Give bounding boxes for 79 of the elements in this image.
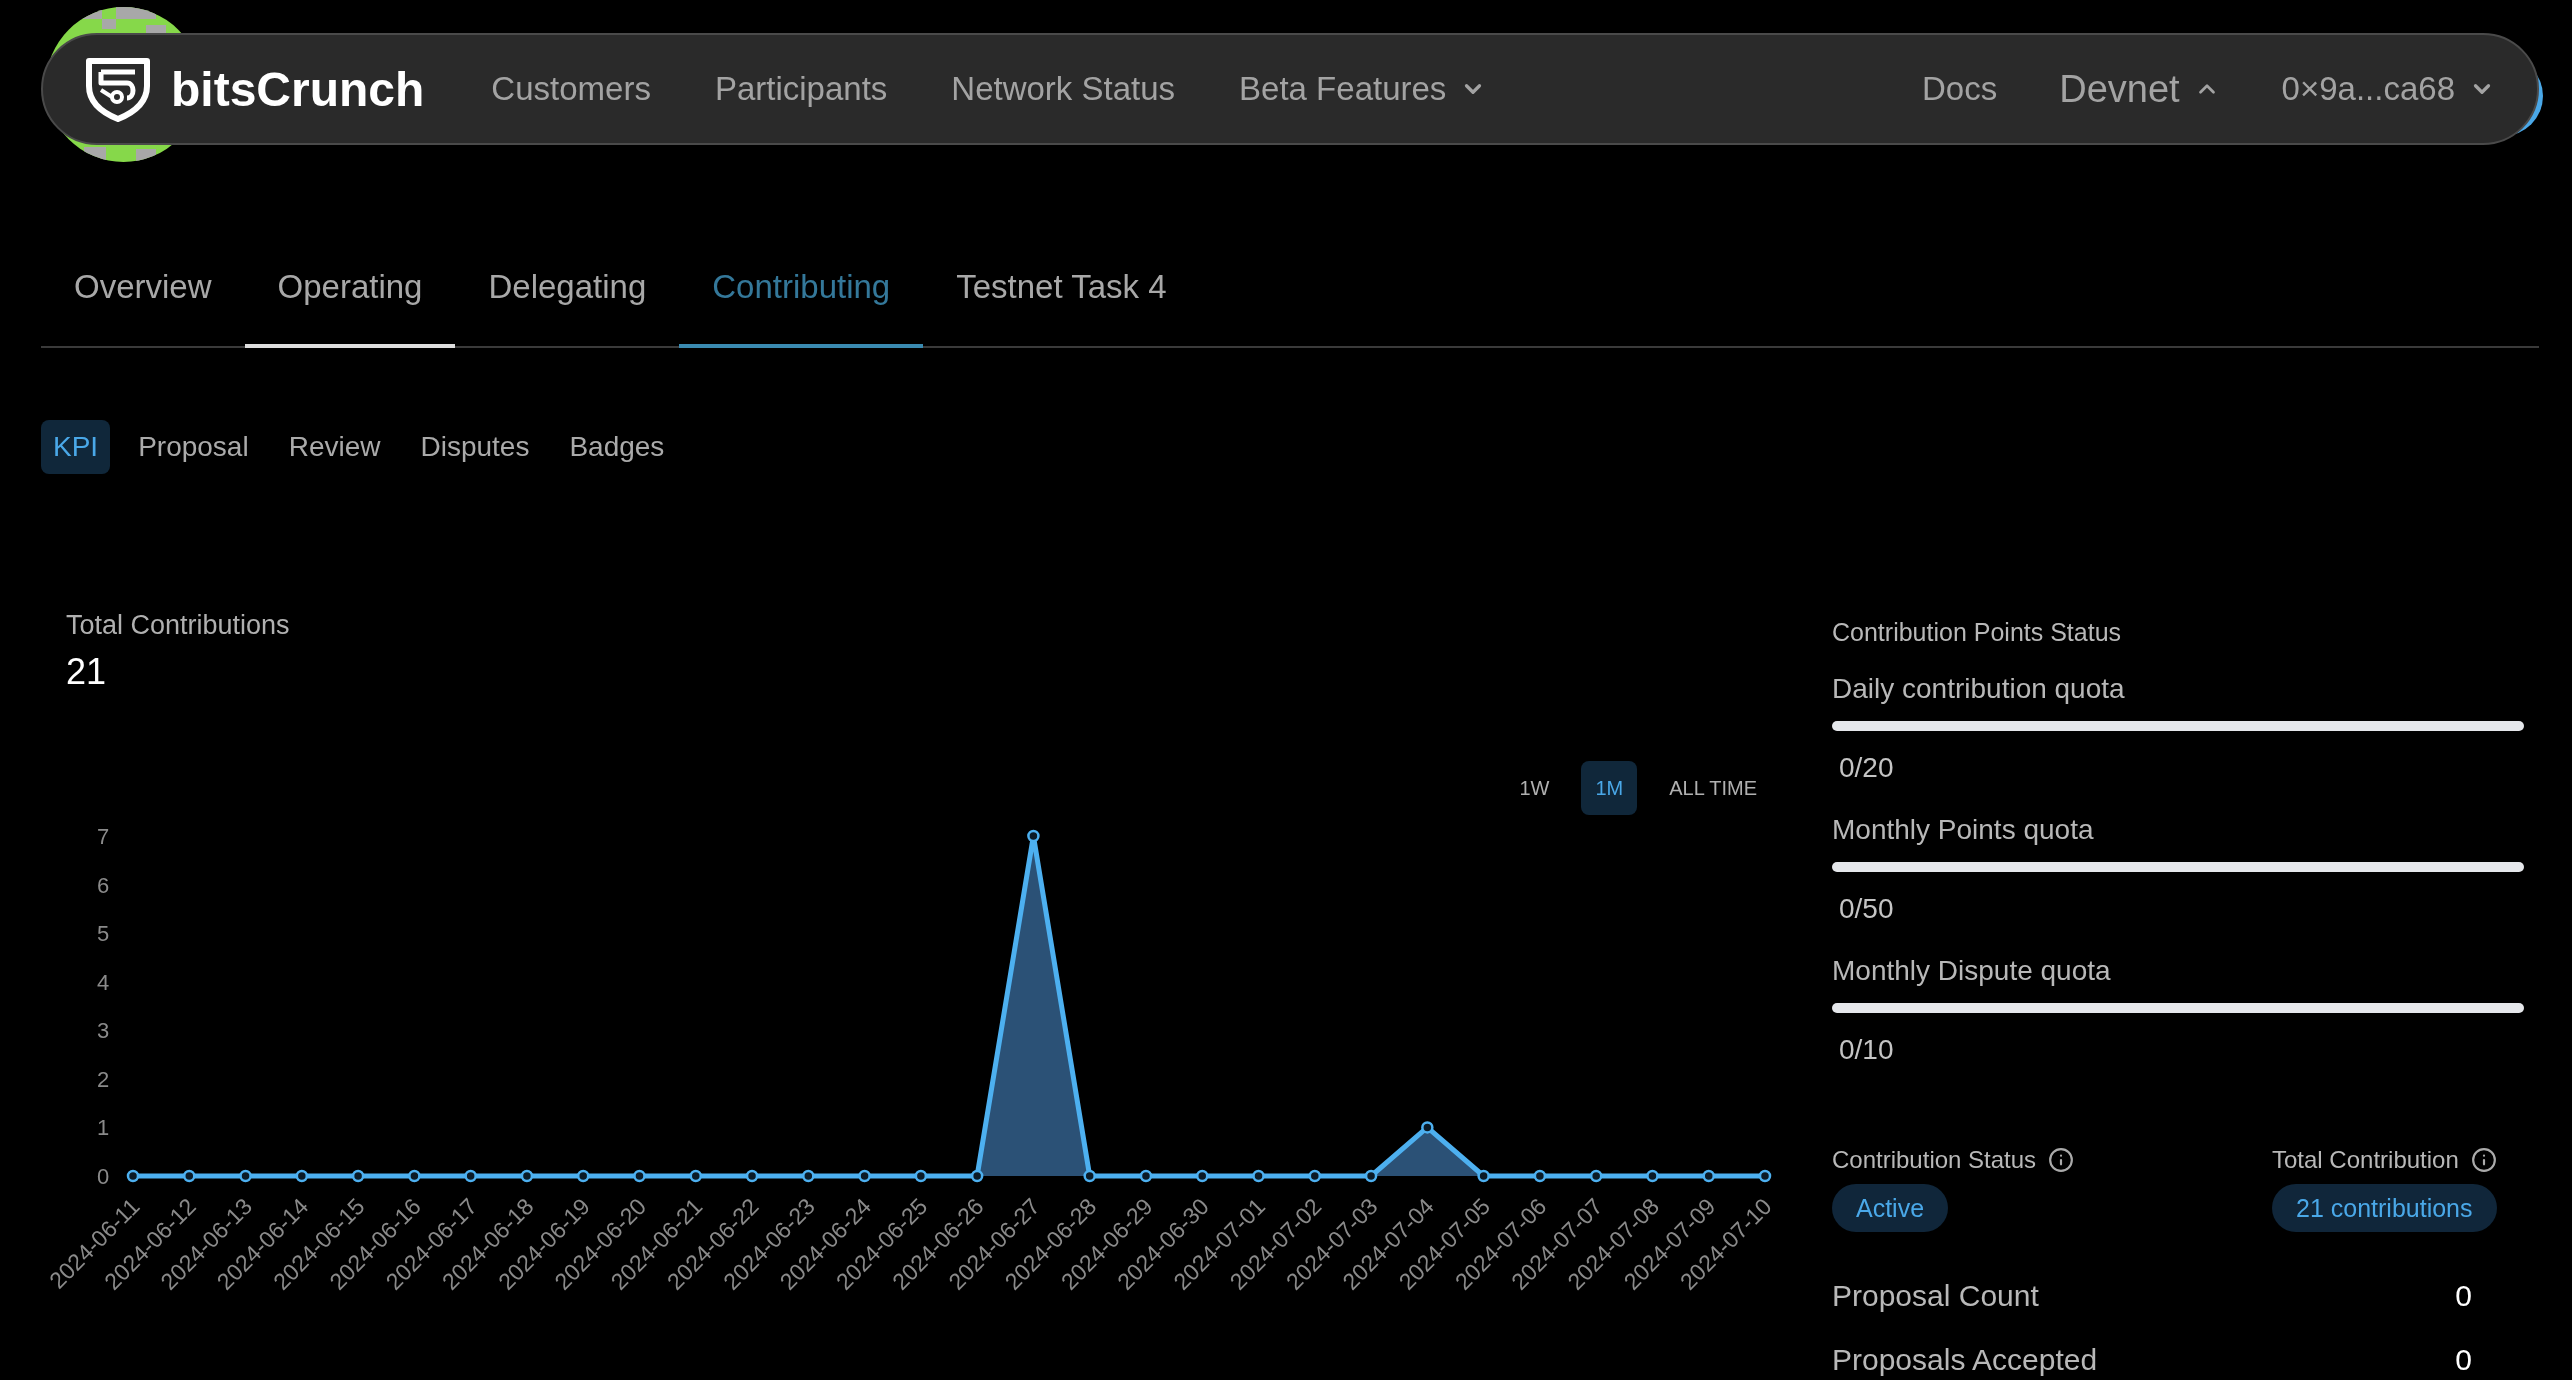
nav-link[interactable]: Participants bbox=[714, 70, 888, 108]
sub-tab[interactable]: KPI bbox=[41, 420, 111, 474]
data-point bbox=[1702, 1169, 1715, 1183]
quota-reading: 0/20 bbox=[1838, 751, 1894, 785]
y-axis-label: 6 bbox=[96, 872, 110, 898]
y-axis-label: 7 bbox=[96, 824, 110, 849]
data-point bbox=[802, 1169, 815, 1183]
stat-label: Proposals Accepted bbox=[1832, 1342, 2098, 1378]
quota-reading: 0/50 bbox=[1838, 892, 1894, 926]
quota-reading: 0/10 bbox=[1838, 1033, 1894, 1067]
y-axis-label: 0 bbox=[96, 1164, 110, 1189]
y-axis-label: 3 bbox=[96, 1018, 110, 1044]
tab[interactable]: Contributing bbox=[679, 230, 924, 348]
range-button[interactable]: 1M bbox=[1581, 761, 1638, 815]
data-point bbox=[1027, 829, 1040, 843]
data-point bbox=[126, 1169, 140, 1183]
sub-tab[interactable]: Proposal bbox=[126, 420, 261, 474]
total-contributions-label: Total Contributions bbox=[65, 609, 290, 642]
data-point bbox=[1421, 1121, 1434, 1134]
stat-label: Proposal Count bbox=[1832, 1278, 2039, 1314]
tab[interactable]: Testnet Task 4 bbox=[923, 230, 1200, 348]
quota-label: Monthly Points quota bbox=[1832, 813, 2094, 847]
data-point bbox=[408, 1169, 421, 1183]
data-point bbox=[745, 1169, 759, 1183]
panel-title: Contribution Points Status bbox=[1832, 617, 2122, 647]
data-point bbox=[1139, 1169, 1153, 1183]
data-point bbox=[1083, 1169, 1096, 1183]
shield-logo-icon bbox=[83, 56, 153, 122]
range-button[interactable]: 1W bbox=[1505, 761, 1564, 815]
data-point bbox=[1589, 1169, 1603, 1183]
brand-name: bitsCrunch bbox=[171, 61, 425, 117]
data-point bbox=[464, 1169, 477, 1183]
data-point bbox=[858, 1169, 871, 1183]
y-axis-label: 1 bbox=[96, 1115, 110, 1141]
y-axis-label: 4 bbox=[96, 969, 110, 995]
data-point bbox=[183, 1169, 196, 1183]
stat-value: 0 bbox=[2455, 1342, 2472, 1378]
tab[interactable]: Overview bbox=[41, 230, 245, 348]
info-icon[interactable] bbox=[2048, 1147, 2075, 1173]
data-point bbox=[1477, 1169, 1490, 1183]
quota-label: Daily contribution quota bbox=[1832, 672, 2125, 706]
data-point bbox=[1364, 1169, 1378, 1183]
nav-dropdown[interactable]: Beta Features bbox=[1239, 70, 1487, 108]
sub-tab[interactable]: Review bbox=[276, 420, 393, 474]
stat-value: 0 bbox=[2455, 1278, 2472, 1314]
status-badge: 21 contributions bbox=[2272, 1184, 2497, 1232]
tab[interactable]: Delegating bbox=[455, 230, 680, 348]
data-point bbox=[576, 1169, 590, 1183]
data-point bbox=[1308, 1169, 1322, 1183]
sub-tab[interactable]: Badges bbox=[557, 420, 677, 474]
nav-link[interactable]: Customers bbox=[491, 70, 651, 108]
status-label: Contribution Status bbox=[1832, 1145, 2037, 1175]
data-point bbox=[1196, 1169, 1209, 1183]
data-point bbox=[970, 1169, 984, 1183]
data-point bbox=[1758, 1169, 1772, 1183]
nav-dropdown[interactable]: 0×9a...ca68 bbox=[2281, 70, 2495, 108]
data-point bbox=[351, 1169, 365, 1183]
total-contributions-value: 21 bbox=[65, 650, 107, 694]
status-label: Total Contribution bbox=[2272, 1145, 2459, 1175]
y-axis-label: 5 bbox=[96, 921, 110, 947]
data-point bbox=[1252, 1169, 1265, 1183]
nav-link[interactable]: Docs bbox=[1922, 70, 1998, 108]
data-point bbox=[689, 1169, 702, 1183]
nav-link[interactable]: Network Status bbox=[951, 70, 1176, 108]
data-point bbox=[520, 1169, 534, 1183]
range-button[interactable]: ALL TIME bbox=[1655, 761, 1771, 815]
sub-tab[interactable]: Disputes bbox=[408, 420, 542, 474]
data-point bbox=[239, 1169, 252, 1183]
data-point bbox=[1646, 1169, 1659, 1183]
data-point bbox=[1533, 1169, 1547, 1183]
status-badge: Active bbox=[1832, 1184, 1949, 1232]
data-point bbox=[633, 1169, 646, 1183]
y-axis-label: 2 bbox=[96, 1066, 110, 1092]
info-icon[interactable] bbox=[2470, 1147, 2497, 1173]
tab[interactable]: Operating bbox=[244, 230, 456, 348]
nav-dropdown[interactable]: Devnet bbox=[2059, 67, 2220, 111]
data-point bbox=[295, 1169, 309, 1183]
quota-label: Monthly Dispute quota bbox=[1832, 954, 2111, 988]
data-point bbox=[914, 1169, 928, 1183]
